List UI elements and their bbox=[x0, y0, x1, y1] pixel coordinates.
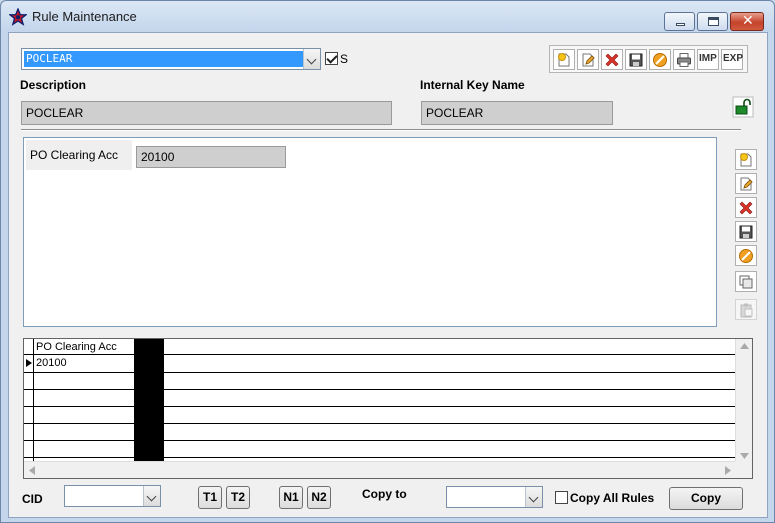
close-button[interactable]: ✕ bbox=[730, 12, 764, 31]
save-icon bbox=[739, 225, 753, 239]
delete-icon bbox=[605, 53, 619, 67]
grid-header: PO Clearing Acc bbox=[24, 339, 736, 355]
column-header[interactable]: PO Clearing Acc bbox=[36, 341, 117, 353]
new-icon bbox=[740, 153, 752, 167]
grid-line bbox=[24, 457, 736, 458]
grid-black-column bbox=[135, 339, 164, 464]
side-copy-button[interactable] bbox=[735, 271, 757, 292]
print-button[interactable] bbox=[673, 49, 695, 70]
delete-button[interactable] bbox=[601, 49, 623, 70]
edit-icon bbox=[740, 177, 753, 191]
import-label: IMP bbox=[699, 53, 717, 64]
s-checkbox[interactable] bbox=[325, 52, 338, 65]
grid-horizontal-scrollbar[interactable] bbox=[24, 461, 736, 478]
cancel-icon bbox=[653, 53, 667, 67]
copy-all-rules-checkbox[interactable] bbox=[555, 491, 568, 504]
description-field[interactable]: POCLEAR bbox=[21, 101, 392, 125]
detail-panel: PO Clearing Acc 20100 bbox=[23, 137, 717, 327]
side-delete-button[interactable] bbox=[735, 197, 757, 218]
minimize-button[interactable] bbox=[664, 12, 695, 31]
edit-button[interactable] bbox=[577, 49, 599, 70]
new-icon bbox=[558, 53, 570, 67]
side-new-button[interactable] bbox=[735, 149, 757, 170]
chevron-down-icon[interactable] bbox=[525, 487, 542, 507]
cid-label: CID bbox=[22, 492, 43, 506]
maximize-icon bbox=[708, 17, 719, 26]
side-edit-button[interactable] bbox=[735, 173, 757, 194]
po-clearing-acc-field[interactable]: 20100 bbox=[136, 146, 286, 168]
rule-select[interactable]: POCLEAR bbox=[21, 48, 321, 70]
title-bar[interactable]: Rule Maintenance ✕ bbox=[1, 1, 774, 31]
internal-key-field[interactable]: POCLEAR bbox=[421, 101, 613, 125]
client-area: POCLEAR S IMP EXP Description POCLEAR In… bbox=[8, 32, 768, 518]
grid-line bbox=[24, 372, 736, 373]
t2-button[interactable]: T2 bbox=[226, 486, 250, 509]
side-paste-button[interactable] bbox=[735, 299, 757, 320]
grid-line bbox=[24, 389, 736, 390]
star-app-icon bbox=[9, 8, 27, 26]
side-save-button[interactable] bbox=[735, 221, 757, 242]
grid-vertical-scrollbar[interactable] bbox=[735, 339, 752, 463]
s-checkbox-label: S bbox=[340, 52, 349, 66]
scroll-left-icon[interactable] bbox=[29, 466, 35, 475]
import-button[interactable]: IMP bbox=[697, 49, 719, 70]
scroll-down-icon[interactable] bbox=[740, 453, 749, 459]
minimize-icon bbox=[676, 23, 685, 26]
row-selector-column bbox=[24, 339, 34, 464]
unlock-icon[interactable] bbox=[732, 96, 754, 118]
n2-button[interactable]: N2 bbox=[307, 486, 331, 509]
cid-select[interactable] bbox=[64, 485, 161, 507]
chevron-down-icon[interactable] bbox=[303, 49, 320, 69]
close-icon: ✕ bbox=[742, 13, 754, 29]
po-clearing-acc-label: PO Clearing Acc bbox=[26, 140, 132, 170]
print-icon bbox=[677, 53, 691, 67]
grid-line bbox=[24, 423, 736, 424]
scroll-right-icon[interactable] bbox=[725, 466, 731, 475]
t1-button[interactable]: T1 bbox=[198, 486, 222, 509]
top-toolbar: IMP EXP bbox=[549, 45, 748, 73]
chevron-down-icon[interactable] bbox=[143, 486, 160, 506]
rule-maintenance-window: Rule Maintenance ✕ POCLEAR S IMP EXP Des… bbox=[0, 0, 775, 523]
cancel-button[interactable] bbox=[649, 49, 671, 70]
table-row[interactable]: 20100 bbox=[36, 357, 67, 369]
rule-select-value: POCLEAR bbox=[24, 51, 303, 67]
scroll-up-icon[interactable] bbox=[740, 343, 749, 349]
export-label: EXP bbox=[723, 53, 744, 64]
scroll-corner bbox=[735, 461, 752, 478]
copy-button[interactable]: Copy bbox=[669, 487, 743, 510]
current-row-icon bbox=[26, 359, 32, 367]
n1-button[interactable]: N1 bbox=[279, 486, 303, 509]
grid-line bbox=[24, 406, 736, 407]
paste-icon bbox=[740, 303, 753, 318]
separator bbox=[21, 129, 741, 131]
save-icon bbox=[629, 53, 643, 67]
save-button[interactable] bbox=[625, 49, 647, 70]
copy-icon bbox=[739, 275, 753, 289]
internal-key-label: Internal Key Name bbox=[420, 78, 525, 92]
maximize-button[interactable] bbox=[697, 12, 728, 31]
delete-icon bbox=[739, 201, 753, 215]
description-label: Description bbox=[20, 78, 87, 92]
copy-to-select[interactable] bbox=[446, 486, 543, 508]
export-button[interactable]: EXP bbox=[721, 49, 743, 70]
copy-all-rules-label: Copy All Rules bbox=[570, 491, 655, 505]
side-cancel-button[interactable] bbox=[735, 245, 757, 266]
window-title: Rule Maintenance bbox=[32, 9, 137, 24]
rules-grid[interactable]: PO Clearing Acc 20100 bbox=[23, 338, 753, 479]
grid-line bbox=[24, 440, 736, 441]
edit-icon bbox=[582, 53, 595, 67]
new-button[interactable] bbox=[553, 49, 575, 70]
cancel-icon bbox=[739, 249, 753, 263]
copy-to-label: Copy to bbox=[362, 487, 407, 501]
